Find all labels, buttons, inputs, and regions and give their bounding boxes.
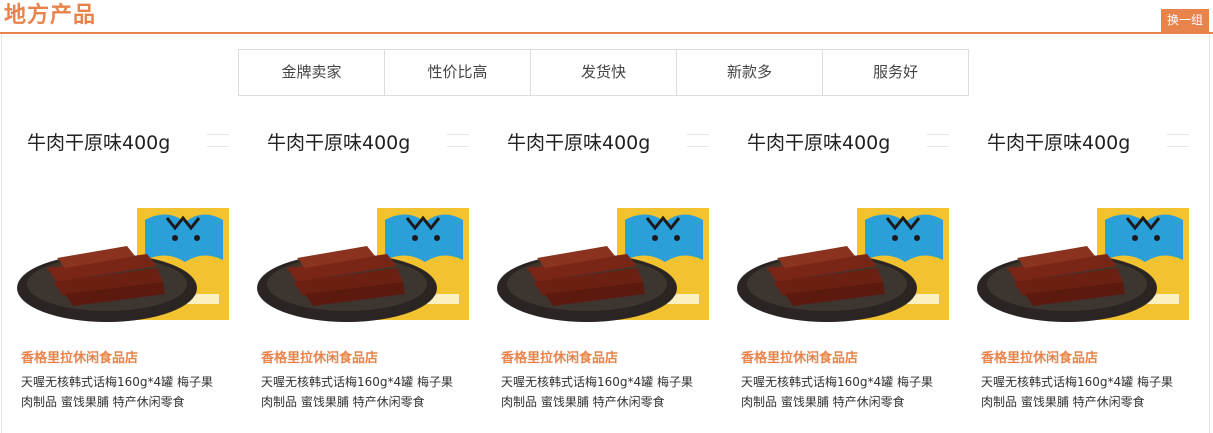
product-image[interactable]: 牛肉干原味400g	[247, 110, 477, 335]
beef-jerky-product-illustration	[17, 208, 229, 322]
beef-jerky-product-illustration	[497, 208, 709, 322]
product-card[interactable]: 牛肉干原味400g 香格里拉休闲食品店 天喔无核韩式话梅160g*4罐 梅子果肉…	[727, 110, 957, 430]
section-title: 地方产品	[4, 3, 97, 28]
shop-name[interactable]: 香格里拉休闲食品店	[981, 347, 1098, 366]
section-header: 地方产品 换一组	[0, 0, 1213, 34]
beef-jerky-product-illustration	[257, 208, 469, 322]
product-image[interactable]: 牛肉干原味400g	[487, 110, 717, 335]
product-description[interactable]: 天喔无核韩式话梅160g*4罐 梅子果肉制品 蜜饯果脯 特产休闲零食	[981, 372, 1181, 412]
product-list: 牛肉干原味400g 香格里拉休闲食品店 天喔无核韩式话梅160g*4罐 梅子果肉…	[0, 110, 1213, 433]
beef-jerky-product-illustration	[977, 208, 1189, 322]
product-card[interactable]: 牛肉干原味400g 香格里拉休闲食品店 天喔无核韩式话梅160g*4罐 梅子果肉…	[247, 110, 477, 430]
local-products-section: 地方产品 换一组 金牌卖家 性价比高 发货快 新款多 服务好 牛肉干原味400g	[0, 0, 1213, 433]
shop-name[interactable]: 香格里拉休闲食品店	[501, 347, 618, 366]
product-image[interactable]: 牛肉干原味400g	[7, 110, 237, 335]
filter-tabs: 金牌卖家 性价比高 发货快 新款多 服务好	[238, 49, 969, 96]
shop-name[interactable]: 香格里拉休闲食品店	[21, 347, 138, 366]
product-description[interactable]: 天喔无核韩式话梅160g*4罐 梅子果肉制品 蜜饯果脯 特产休闲零食	[21, 372, 221, 412]
filter-tab-gold-seller[interactable]: 金牌卖家	[239, 50, 385, 95]
shop-name[interactable]: 香格里拉休闲食品店	[261, 347, 378, 366]
product-card[interactable]: 牛肉干原味400g 香格里拉休闲食品店 天喔无核韩式话梅160g*4罐 梅子果肉…	[487, 110, 717, 430]
swap-group-button[interactable]: 换一组	[1160, 9, 1209, 32]
filter-tab-fast-shipping[interactable]: 发货快	[531, 50, 677, 95]
filter-tab-value[interactable]: 性价比高	[385, 50, 531, 95]
filter-tab-good-service[interactable]: 服务好	[823, 50, 968, 95]
product-image[interactable]: 牛肉干原味400g	[727, 110, 957, 335]
product-card[interactable]: 牛肉干原味400g 香格里拉休闲食品店 天喔无核韩式话梅160g*4罐 梅子果肉…	[7, 110, 237, 430]
product-description[interactable]: 天喔无核韩式话梅160g*4罐 梅子果肉制品 蜜饯果脯 特产休闲零食	[501, 372, 701, 412]
shop-name[interactable]: 香格里拉休闲食品店	[741, 347, 858, 366]
product-card[interactable]: 牛肉干原味400g 香格里拉休闲食品店 天喔无核韩式话梅160g*4罐 梅子果肉…	[967, 110, 1197, 430]
product-description[interactable]: 天喔无核韩式话梅160g*4罐 梅子果肉制品 蜜饯果脯 特产休闲零食	[741, 372, 941, 412]
filter-tab-new-styles[interactable]: 新款多	[677, 50, 823, 95]
product-image[interactable]: 牛肉干原味400g	[967, 110, 1197, 335]
product-description[interactable]: 天喔无核韩式话梅160g*4罐 梅子果肉制品 蜜饯果脯 特产休闲零食	[261, 372, 461, 412]
beef-jerky-product-illustration	[737, 208, 949, 322]
